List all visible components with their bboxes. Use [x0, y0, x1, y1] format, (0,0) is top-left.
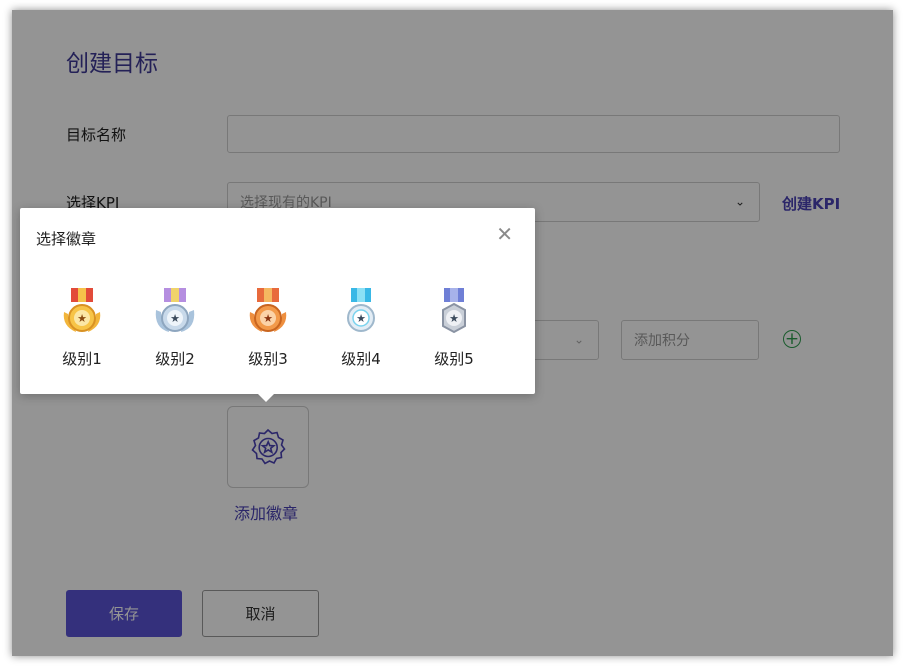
bronze-medal-icon: ★	[249, 288, 287, 332]
badge-seal-icon	[251, 428, 286, 465]
medal-level-1[interactable]: ★ 级别1	[47, 288, 117, 369]
medal-label: 级别2	[155, 350, 195, 368]
svg-text:★: ★	[449, 312, 459, 325]
svg-text:★: ★	[263, 312, 273, 325]
page-title: 创建目标	[66, 51, 158, 77]
medal-level-3[interactable]: ★ 级别3	[233, 288, 303, 369]
medal-level-2[interactable]: ★ 级别2	[140, 288, 210, 369]
chevron-down-icon: ⌄	[573, 332, 584, 347]
badge-picker-popover: 选择徽章 ✕ ★ 级别1 ★ 级别2 ★ 级别3 ★ 级别4 ★ 级别5	[20, 208, 535, 402]
medal-label: 级别3	[248, 350, 288, 368]
grey-medal-icon: ★	[442, 288, 466, 334]
medal-label: 级别4	[341, 350, 381, 368]
light-blue-medal-icon: ★	[347, 288, 375, 332]
medal-label: 级别1	[62, 350, 102, 368]
close-icon[interactable]: ✕	[496, 224, 513, 244]
goal-name-input[interactable]	[227, 115, 840, 153]
cancel-button[interactable]: 取消	[202, 590, 319, 637]
add-badge-button[interactable]	[227, 406, 309, 488]
points-input[interactable]: 添加积分	[621, 320, 759, 360]
svg-text:★: ★	[356, 312, 366, 325]
medal-level-4[interactable]: ★ 级别4	[326, 288, 396, 369]
goal-name-label: 目标名称	[66, 126, 127, 144]
medal-label: 级别5	[434, 350, 474, 368]
medal-level-5[interactable]: ★ 级别5	[419, 288, 489, 369]
create-kpi-link[interactable]: 创建KPI	[782, 193, 840, 214]
save-button[interactable]: 保存	[66, 590, 182, 637]
gold-medal-icon: ★	[63, 288, 101, 332]
add-row-plus-icon[interactable]: +	[783, 330, 801, 348]
chevron-down-icon: ⌄	[734, 194, 745, 209]
svg-text:★: ★	[77, 312, 87, 325]
popover-arrow	[258, 394, 274, 402]
popover-title: 选择徽章	[36, 230, 97, 248]
silver-winged-medal-icon: ★	[155, 288, 195, 332]
svg-text:★: ★	[170, 312, 180, 325]
add-badge-caption[interactable]: 添加徽章	[234, 500, 298, 524]
